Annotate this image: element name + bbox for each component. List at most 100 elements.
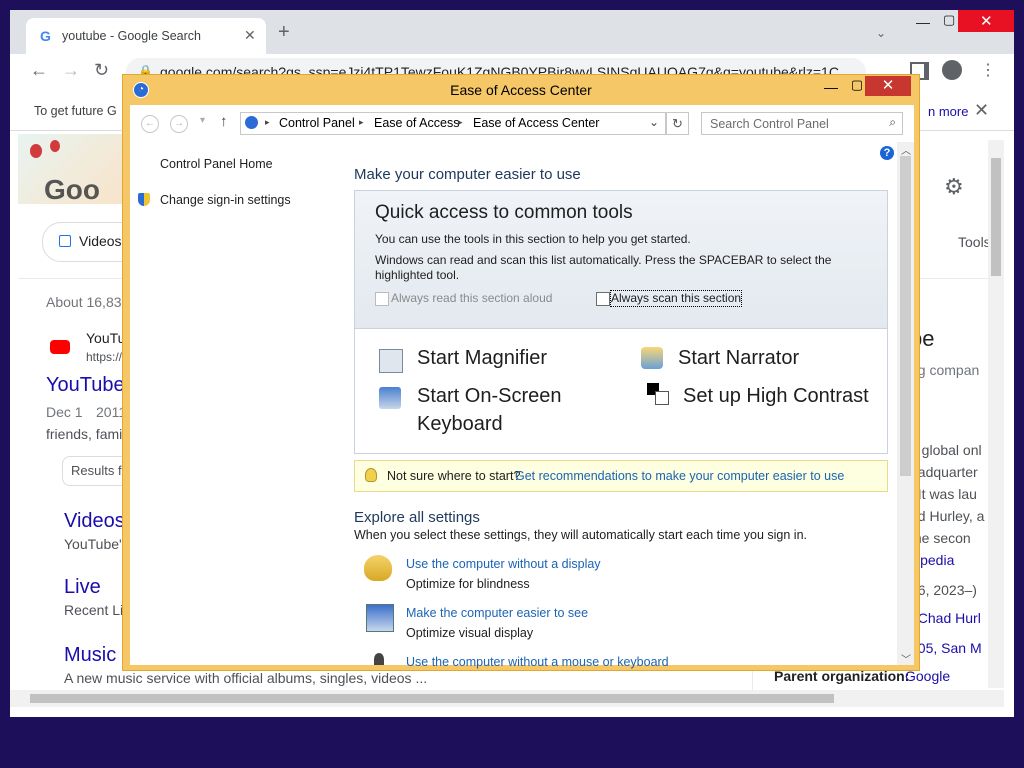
- search-box[interactable]: ⌕: [701, 112, 903, 135]
- sitelink-live-desc: Recent Li: [64, 602, 124, 618]
- infobar-learn-more-link[interactable]: n more: [928, 104, 968, 119]
- browser-tab[interactable]: G youtube - Google Search ✕: [26, 18, 266, 54]
- breadcrumb-ease-of-access-center[interactable]: Ease of Access Center: [473, 116, 599, 130]
- up-arrow-icon[interactable]: ↑: [220, 113, 228, 130]
- read-aloud-checkbox[interactable]: [375, 292, 389, 306]
- reload-icon[interactable]: ↻: [94, 60, 109, 81]
- chevron-down-icon[interactable]: ⌄: [649, 115, 659, 129]
- use-without-display-link[interactable]: Use the computer without a display: [406, 557, 601, 571]
- quick-access-title: Quick access to common tools: [375, 202, 633, 223]
- easier-to-see-desc: Optimize visual display: [406, 626, 534, 640]
- kp-desc-line: ad Hurley, a: [910, 508, 985, 524]
- minimize-icon[interactable]: —: [823, 79, 839, 97]
- profile-avatar-icon[interactable]: [942, 60, 962, 80]
- quick-access-panel: Quick access to common tools You can use…: [354, 190, 888, 454]
- kp-desc-line: . It was lau: [910, 486, 977, 502]
- tab-strip: G youtube - Google Search ✕ + ⌄ — ▢ ✕: [10, 10, 1014, 54]
- kp-fact-line[interactable]: , Chad Hurl: [910, 610, 981, 626]
- settings-gear-icon[interactable]: ⚙: [944, 174, 964, 200]
- start-on-screen-keyboard-link[interactable]: Start On-Screen: [417, 382, 562, 410]
- start-narrator-link[interactable]: Start Narrator: [678, 344, 799, 372]
- back-arrow-icon[interactable]: ←: [30, 60, 48, 81]
- sitelink-live[interactable]: Live: [64, 576, 101, 599]
- read-aloud-label[interactable]: Always read this section aloud: [391, 291, 552, 306]
- chevron-right-icon: ▸: [359, 117, 364, 127]
- change-sign-in-settings-link[interactable]: Change sign-in settings: [160, 193, 291, 207]
- minimize-icon[interactable]: —: [916, 14, 930, 30]
- doodle-text: Goo: [44, 174, 100, 205]
- tab-close-icon[interactable]: ✕: [244, 27, 256, 44]
- get-recommendations-link[interactable]: Get recommendations to make your compute…: [515, 469, 844, 483]
- breadcrumb[interactable]: ▸ Control Panel ▸ Ease of Access ▸ Ease …: [240, 112, 666, 135]
- magnifier-icon[interactable]: [379, 349, 403, 373]
- recent-locations-icon[interactable]: ▾: [200, 115, 205, 126]
- scroll-thumb[interactable]: [900, 156, 911, 476]
- tab-search-icon[interactable]: ⌄: [876, 26, 886, 40]
- title-bar[interactable]: ◔ Ease of Access Center — ▢ ✕: [123, 75, 919, 105]
- scroll-down-icon[interactable]: ﹀: [901, 651, 911, 666]
- easier-to-see-link[interactable]: Make the computer easier to see: [406, 606, 588, 620]
- menu-dots-icon[interactable]: ⋮: [980, 60, 996, 80]
- maximize-icon[interactable]: ▢: [849, 77, 865, 95]
- use-without-display-desc: Optimize for blindness: [406, 577, 530, 591]
- tools-button[interactable]: Tools: [958, 234, 991, 250]
- sitelink-videos-desc: YouTube': [64, 536, 122, 552]
- result-stats: About 16,830: [46, 294, 130, 310]
- scan-section-label[interactable]: Always scan this section: [609, 290, 743, 307]
- breadcrumb-ease-of-access[interactable]: Ease of Access: [374, 116, 459, 130]
- new-tab-button[interactable]: +: [278, 22, 290, 42]
- person-icon: [374, 653, 384, 665]
- kp-fact-line[interactable]: 005, San M: [910, 640, 982, 656]
- content-scrollbar[interactable]: ︿ ﹀: [897, 142, 914, 666]
- scroll-thumb[interactable]: [991, 158, 1001, 276]
- scroll-thumb[interactable]: [30, 694, 834, 703]
- videos-chip-label: Videos: [79, 233, 122, 249]
- help-icon[interactable]: ?: [880, 146, 894, 160]
- kp-subtitle: ng compan: [910, 362, 980, 378]
- control-panel-home-link[interactable]: Control Panel Home: [160, 157, 273, 171]
- start-magnifier-link[interactable]: Start Magnifier: [417, 344, 547, 372]
- page-scrollbar-vertical[interactable]: [988, 140, 1004, 688]
- search-icon[interactable]: ⌕: [889, 115, 896, 130]
- explore-heading: Explore all settings: [354, 509, 480, 526]
- back-arrow-icon[interactable]: ←: [141, 115, 159, 133]
- window-close-icon[interactable]: ✕: [980, 12, 993, 30]
- monitor-icon: [366, 604, 394, 632]
- control-panel-icon: [245, 116, 258, 129]
- refresh-icon[interactable]: ↻: [666, 112, 689, 135]
- narrator-icon[interactable]: [641, 347, 663, 369]
- shield-icon: [138, 193, 150, 206]
- close-button[interactable]: ✕: [865, 76, 911, 96]
- scroll-up-icon[interactable]: ︿: [901, 142, 911, 157]
- address-row: ← → ▾ ↑ ▸ Control Panel ▸ Ease of Access…: [130, 105, 914, 141]
- breadcrumb-control-panel[interactable]: Control Panel: [279, 116, 355, 130]
- youtube-logo-icon: [50, 340, 70, 354]
- quick-access-desc: You can use the tools in this section to…: [375, 232, 691, 246]
- without-mouse-keyboard-link[interactable]: Use the computer without a mouse or keyb…: [406, 655, 669, 669]
- forward-arrow-icon[interactable]: →: [170, 115, 188, 133]
- scan-section-checkbox[interactable]: [596, 292, 610, 306]
- on-screen-keyboard-label-line2[interactable]: Keyboard: [417, 410, 503, 438]
- google-doodle[interactable]: Goo: [18, 134, 128, 205]
- on-screen-keyboard-icon[interactable]: [379, 387, 401, 409]
- set-up-high-contrast-link[interactable]: Set up High Contrast: [683, 382, 869, 410]
- page-scrollbar-horizontal[interactable]: [10, 690, 1004, 707]
- display-off-icon: [364, 555, 392, 581]
- sitelink-music[interactable]: Music: [64, 644, 116, 667]
- result-site-name[interactable]: YouTu: [86, 330, 125, 346]
- google-favicon-icon: G: [40, 28, 51, 44]
- video-icon: [59, 235, 71, 247]
- infobar-close-icon[interactable]: ✕: [974, 100, 989, 121]
- window-content: ← → ▾ ↑ ▸ Control Panel ▸ Ease of Access…: [130, 105, 914, 669]
- forward-arrow-icon[interactable]: →: [62, 60, 80, 81]
- sitelink-music-desc: A new music service with official albums…: [64, 670, 428, 686]
- result-title-link[interactable]: YouTube: [46, 374, 125, 397]
- search-input[interactable]: [708, 115, 882, 133]
- infobar-text: To get future G: [34, 104, 117, 118]
- sitelink-videos[interactable]: Videos: [64, 510, 125, 533]
- page-heading: Make your computer easier to use: [354, 166, 581, 183]
- kp-desc-line: n global onl: [910, 442, 982, 458]
- maximize-icon[interactable]: ▢: [943, 12, 955, 28]
- lightbulb-icon: [365, 468, 377, 482]
- high-contrast-icon-part: [655, 391, 669, 405]
